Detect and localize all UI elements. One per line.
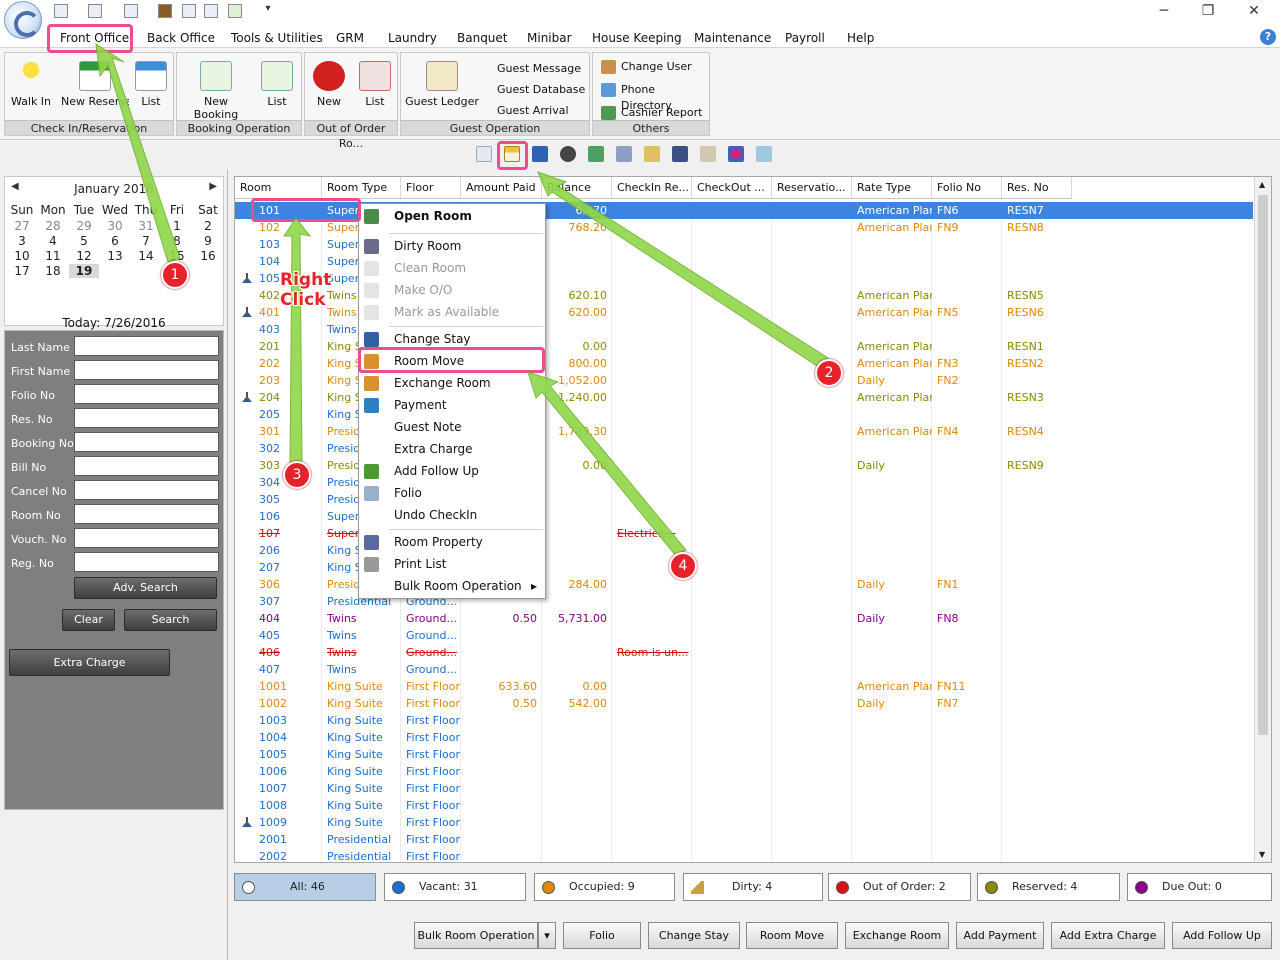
- arrow-1: [95, 43, 181, 263]
- annotation-arrows: [95, 43, 829, 557]
- right-click-text: Click: [280, 290, 326, 310]
- callout-4: 4: [669, 552, 697, 580]
- arrow-2: [537, 171, 829, 369]
- callout-1: 1: [161, 261, 189, 289]
- right-click-annotation: Right Click: [280, 270, 331, 310]
- arrow-3: [283, 217, 312, 463]
- callout-3: 3: [283, 461, 311, 489]
- callout-2: 2: [815, 359, 843, 387]
- right-click-text: Right: [280, 270, 332, 290]
- arrow-4: [527, 371, 687, 557]
